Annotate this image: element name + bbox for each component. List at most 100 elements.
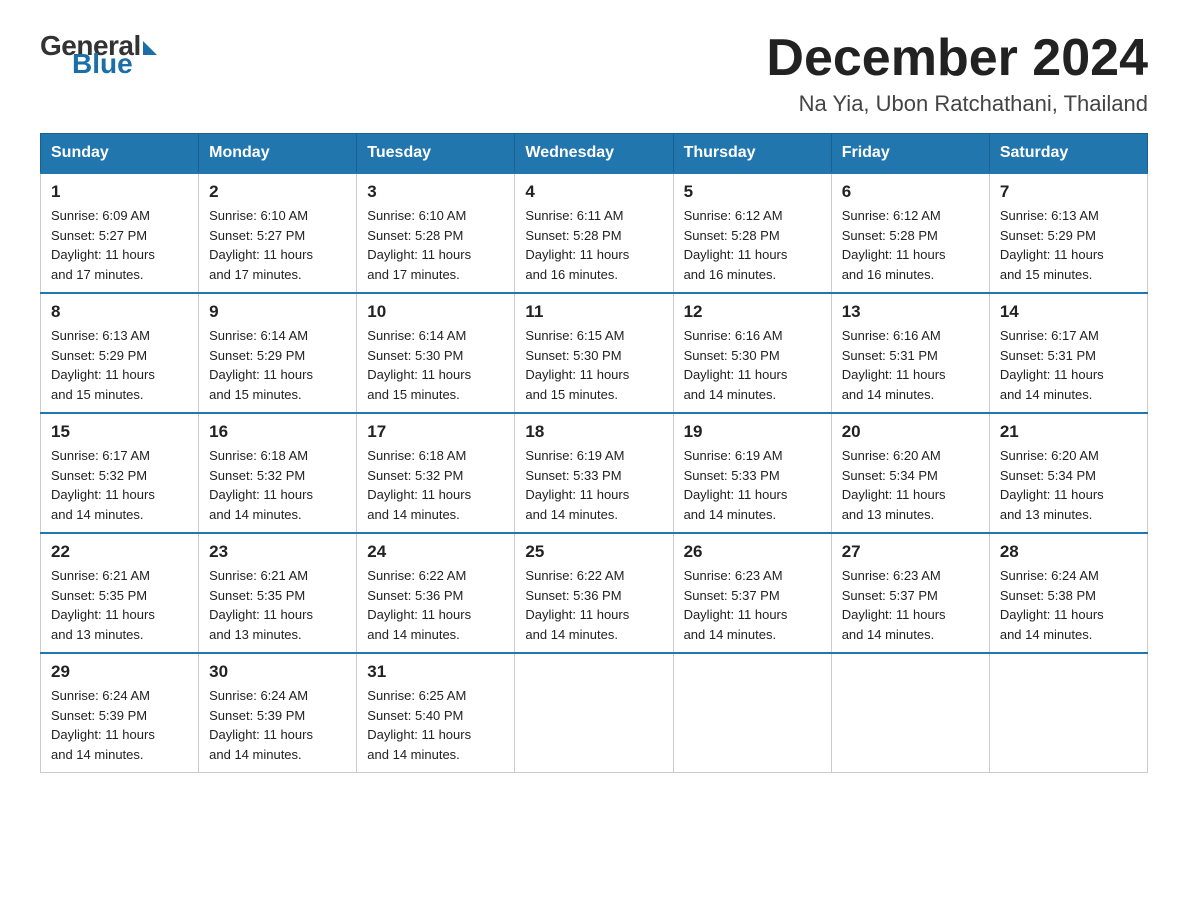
day-number: 11 [525,302,662,322]
day-number: 5 [684,182,821,202]
day-info: Sunrise: 6:24 AMSunset: 5:39 PMDaylight:… [209,686,346,764]
day-number: 9 [209,302,346,322]
day-info: Sunrise: 6:14 AMSunset: 5:29 PMDaylight:… [209,326,346,404]
day-number: 23 [209,542,346,562]
day-info: Sunrise: 6:09 AMSunset: 5:27 PMDaylight:… [51,206,188,284]
calendar-cell: 16 Sunrise: 6:18 AMSunset: 5:32 PMDayligh… [199,413,357,533]
month-year-title: December 2024 [766,30,1148,87]
calendar-cell: 23 Sunrise: 6:21 AMSunset: 5:35 PMDayligh… [199,533,357,653]
calendar-cell: 26 Sunrise: 6:23 AMSunset: 5:37 PMDayligh… [673,533,831,653]
day-info: Sunrise: 6:12 AMSunset: 5:28 PMDaylight:… [842,206,979,284]
day-number: 31 [367,662,504,682]
day-number: 13 [842,302,979,322]
day-info: Sunrise: 6:18 AMSunset: 5:32 PMDaylight:… [209,446,346,524]
calendar-cell: 2Sunrise: 6:10 AMSunset: 5:27 PMDaylight… [199,173,357,293]
calendar-table: SundayMondayTuesdayWednesdayThursdayFrid… [40,133,1148,773]
logo: General Blue [40,30,157,80]
day-number: 28 [1000,542,1137,562]
day-number: 7 [1000,182,1137,202]
day-info: Sunrise: 6:23 AMSunset: 5:37 PMDaylight:… [842,566,979,644]
page-header: General Blue December 2024 Na Yia, Ubon … [40,30,1148,117]
day-info: Sunrise: 6:21 AMSunset: 5:35 PMDaylight:… [209,566,346,644]
calendar-cell: 29Sunrise: 6:24 AMSunset: 5:39 PMDayligh… [41,653,199,773]
calendar-cell [515,653,673,773]
calendar-cell: 10Sunrise: 6:14 AMSunset: 5:30 PMDayligh… [357,293,515,413]
calendar-cell: 31 Sunrise: 6:25 AMSunset: 5:40 PMDayligh… [357,653,515,773]
day-number: 24 [367,542,504,562]
calendar-cell: 18 Sunrise: 6:19 AMSunset: 5:33 PMDayligh… [515,413,673,533]
day-header-tuesday: Tuesday [357,134,515,174]
day-header-monday: Monday [199,134,357,174]
calendar-cell: 25 Sunrise: 6:22 AMSunset: 5:36 PMDayligh… [515,533,673,653]
day-number: 20 [842,422,979,442]
calendar-cell: 20 Sunrise: 6:20 AMSunset: 5:34 PMDayligh… [831,413,989,533]
calendar-cell: 24 Sunrise: 6:22 AMSunset: 5:36 PMDayligh… [357,533,515,653]
day-number: 14 [1000,302,1137,322]
day-header-saturday: Saturday [989,134,1147,174]
logo-blue-text: Blue [72,48,133,80]
day-info: Sunrise: 6:16 AMSunset: 5:31 PMDaylight:… [842,326,979,404]
logo-triangle-icon [143,41,157,55]
day-info: Sunrise: 6:24 AMSunset: 5:39 PMDaylight:… [51,686,188,764]
day-info: Sunrise: 6:24 AMSunset: 5:38 PMDaylight:… [1000,566,1137,644]
week-row-3: 15 Sunrise: 6:17 AMSunset: 5:32 PMDayligh… [41,413,1148,533]
calendar-cell [673,653,831,773]
day-number: 30 [209,662,346,682]
day-number: 2 [209,182,346,202]
day-info: Sunrise: 6:20 AMSunset: 5:34 PMDaylight:… [1000,446,1137,524]
day-info: Sunrise: 6:22 AMSunset: 5:36 PMDaylight:… [525,566,662,644]
day-number: 18 [525,422,662,442]
day-info: Sunrise: 6:13 AMSunset: 5:29 PMDaylight:… [51,326,188,404]
calendar-cell: 11 Sunrise: 6:15 AMSunset: 5:30 PMDayligh… [515,293,673,413]
day-info: Sunrise: 6:19 AMSunset: 5:33 PMDaylight:… [525,446,662,524]
location-subtitle: Na Yia, Ubon Ratchathani, Thailand [766,91,1148,117]
calendar-cell: 4Sunrise: 6:11 AMSunset: 5:28 PMDaylight… [515,173,673,293]
day-number: 21 [1000,422,1137,442]
day-number: 16 [209,422,346,442]
day-number: 25 [525,542,662,562]
day-header-friday: Friday [831,134,989,174]
day-number: 15 [51,422,188,442]
day-info: Sunrise: 6:21 AMSunset: 5:35 PMDaylight:… [51,566,188,644]
day-number: 8 [51,302,188,322]
calendar-cell: 14Sunrise: 6:17 AMSunset: 5:31 PMDayligh… [989,293,1147,413]
day-info: Sunrise: 6:19 AMSunset: 5:33 PMDaylight:… [684,446,821,524]
day-info: Sunrise: 6:22 AMSunset: 5:36 PMDaylight:… [367,566,504,644]
calendar-cell: 9 Sunrise: 6:14 AMSunset: 5:29 PMDaylight… [199,293,357,413]
day-number: 17 [367,422,504,442]
calendar-cell [831,653,989,773]
calendar-cell: 8 Sunrise: 6:13 AMSunset: 5:29 PMDaylight… [41,293,199,413]
calendar-cell: 17 Sunrise: 6:18 AMSunset: 5:32 PMDayligh… [357,413,515,533]
day-number: 4 [525,182,662,202]
week-row-4: 22Sunrise: 6:21 AMSunset: 5:35 PMDayligh… [41,533,1148,653]
week-row-5: 29Sunrise: 6:24 AMSunset: 5:39 PMDayligh… [41,653,1148,773]
day-info: Sunrise: 6:12 AMSunset: 5:28 PMDaylight:… [684,206,821,284]
day-info: Sunrise: 6:13 AMSunset: 5:29 PMDaylight:… [1000,206,1137,284]
calendar-cell: 19 Sunrise: 6:19 AMSunset: 5:33 PMDayligh… [673,413,831,533]
day-number: 19 [684,422,821,442]
calendar-cell: 28 Sunrise: 6:24 AMSunset: 5:38 PMDayligh… [989,533,1147,653]
calendar-cell: 3Sunrise: 6:10 AMSunset: 5:28 PMDaylight… [357,173,515,293]
calendar-cell: 22Sunrise: 6:21 AMSunset: 5:35 PMDayligh… [41,533,199,653]
calendar-cell: 6 Sunrise: 6:12 AMSunset: 5:28 PMDaylight… [831,173,989,293]
calendar-cell: 27 Sunrise: 6:23 AMSunset: 5:37 PMDayligh… [831,533,989,653]
day-info: Sunrise: 6:18 AMSunset: 5:32 PMDaylight:… [367,446,504,524]
day-number: 27 [842,542,979,562]
day-info: Sunrise: 6:20 AMSunset: 5:34 PMDaylight:… [842,446,979,524]
day-number: 26 [684,542,821,562]
day-info: Sunrise: 6:23 AMSunset: 5:37 PMDaylight:… [684,566,821,644]
week-row-1: 1Sunrise: 6:09 AMSunset: 5:27 PMDaylight… [41,173,1148,293]
day-number: 6 [842,182,979,202]
day-info: Sunrise: 6:25 AMSunset: 5:40 PMDaylight:… [367,686,504,764]
week-row-2: 8 Sunrise: 6:13 AMSunset: 5:29 PMDaylight… [41,293,1148,413]
day-header-sunday: Sunday [41,134,199,174]
day-info: Sunrise: 6:15 AMSunset: 5:30 PMDaylight:… [525,326,662,404]
day-info: Sunrise: 6:14 AMSunset: 5:30 PMDaylight:… [367,326,504,404]
title-section: December 2024 Na Yia, Ubon Ratchathani, … [766,30,1148,117]
day-header-thursday: Thursday [673,134,831,174]
calendar-header-row: SundayMondayTuesdayWednesdayThursdayFrid… [41,134,1148,174]
day-info: Sunrise: 6:17 AMSunset: 5:32 PMDaylight:… [51,446,188,524]
day-number: 12 [684,302,821,322]
calendar-cell: 13 Sunrise: 6:16 AMSunset: 5:31 PMDayligh… [831,293,989,413]
calendar-cell: 12Sunrise: 6:16 AMSunset: 5:30 PMDayligh… [673,293,831,413]
